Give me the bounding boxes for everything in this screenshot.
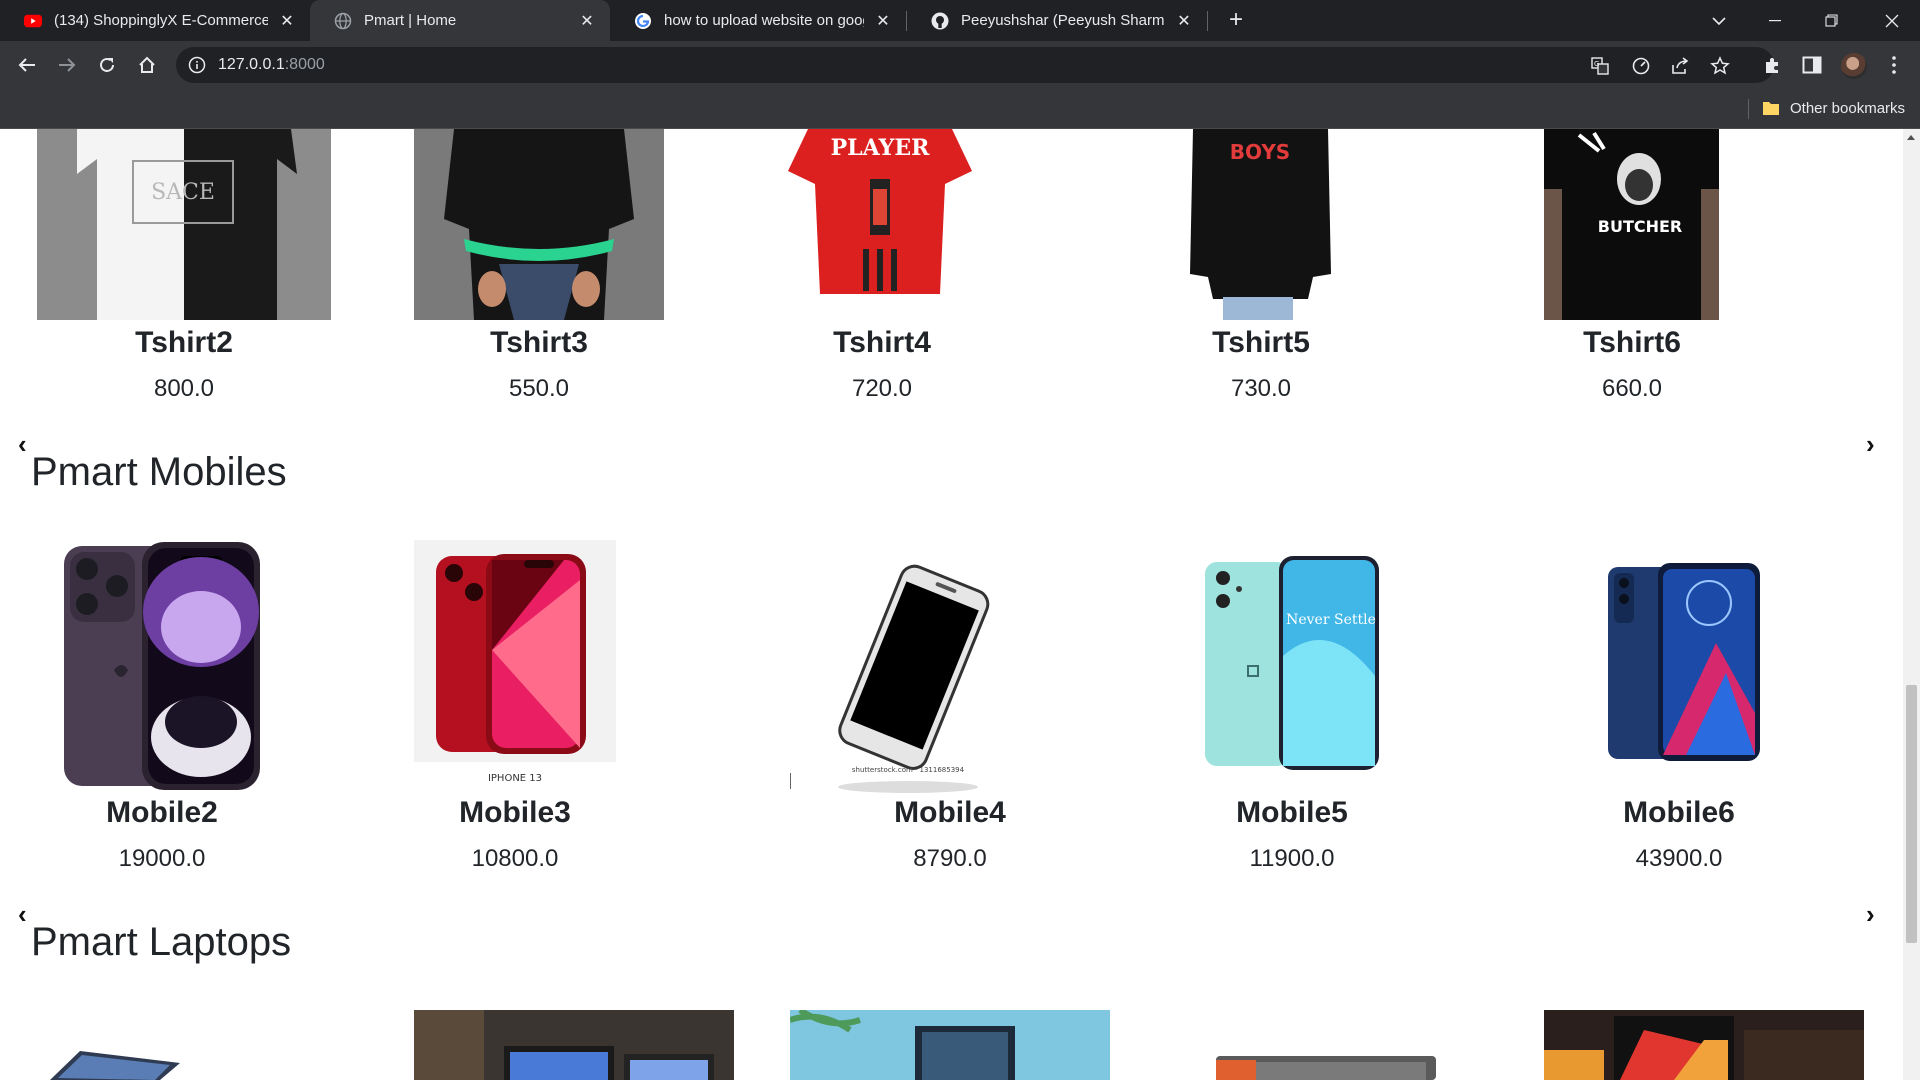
text-cursor xyxy=(790,773,791,789)
product-price: 11900.0 xyxy=(1249,845,1335,872)
carousel-prev-icon[interactable]: ‹ xyxy=(18,901,27,927)
info-icon[interactable] xyxy=(188,56,206,74)
product-image[interactable]: shutterstock.com · 1311685394 xyxy=(790,559,1020,799)
product-price: 19000.0 xyxy=(118,845,206,872)
product-image[interactable]: SACE xyxy=(37,129,331,320)
product-name[interactable]: Tshirt2 xyxy=(34,326,334,360)
scroll-up-arrow-icon[interactable] xyxy=(1907,135,1915,140)
product-price: 800.0 xyxy=(153,375,215,402)
tab-title: how to upload website on googl xyxy=(664,12,864,29)
tab-title: Pmart | Home xyxy=(364,12,457,29)
reload-button[interactable] xyxy=(92,50,122,80)
product-image[interactable] xyxy=(414,129,664,320)
share-icon[interactable] xyxy=(1670,56,1690,76)
svg-text:IPHONE 13: IPHONE 13 xyxy=(488,773,542,784)
globe-icon xyxy=(334,12,352,30)
tab-github[interactable]: Peeyushshar (Peeyush Sharma) · ✕ xyxy=(907,0,1207,41)
section-title-laptops: Pmart Laptops xyxy=(31,920,292,964)
carousel-next-icon[interactable]: › xyxy=(1866,901,1875,927)
github-icon xyxy=(931,12,949,30)
translate-icon[interactable]: G xyxy=(1590,56,1610,76)
product-image[interactable] xyxy=(790,1010,1110,1080)
bookmark-star-icon[interactable] xyxy=(1710,56,1730,76)
product-image[interactable] xyxy=(62,542,262,792)
product-image[interactable]: Never Settle xyxy=(1203,556,1383,772)
svg-text:shutterstock.com · 1311685394: shutterstock.com · 1311685394 xyxy=(852,766,965,774)
google-icon xyxy=(634,12,652,30)
tab-google[interactable]: how to upload website on googl ✕ xyxy=(610,0,906,41)
back-button[interactable] xyxy=(12,50,42,80)
new-tab-button[interactable]: + xyxy=(1222,6,1250,34)
product-image[interactable]: BOYS xyxy=(1168,129,1352,320)
tab-search-chevron-icon[interactable] xyxy=(1691,0,1747,41)
close-window-button[interactable] xyxy=(1864,0,1920,41)
svg-text:SACE: SACE xyxy=(151,180,215,205)
svg-text:Never Settle: Never Settle xyxy=(1286,612,1376,628)
product-name[interactable]: Mobile3 xyxy=(365,796,665,830)
tab-separator xyxy=(1207,11,1208,31)
tab-strip: (134) ShoppinglyX E-Commerce ✕ Pmart | H… xyxy=(0,0,1920,41)
restore-button[interactable] xyxy=(1803,0,1859,41)
bookmark-separator xyxy=(1748,99,1749,119)
minimize-button[interactable] xyxy=(1747,0,1803,41)
svg-text:BOYS: BOYS xyxy=(1230,140,1290,164)
product-name[interactable]: Mobile4 xyxy=(800,796,1100,830)
tab-youtube[interactable]: (134) ShoppinglyX E-Commerce ✕ xyxy=(0,0,310,41)
extensions-icon[interactable] xyxy=(1760,53,1784,77)
svg-text:PLAYER: PLAYER xyxy=(831,135,930,161)
product-name[interactable]: Tshirt6 xyxy=(1482,326,1782,360)
product-image[interactable]: IPHONE 13 xyxy=(414,540,616,792)
carousel-prev-icon[interactable]: ‹ xyxy=(18,431,27,457)
tab-title: (134) ShoppinglyX E-Commerce xyxy=(54,12,268,29)
tab-title: Peeyushshar (Peeyush Sharma) · xyxy=(961,12,1165,29)
product-name[interactable]: Mobile5 xyxy=(1142,796,1442,830)
folder-icon xyxy=(1763,102,1779,115)
product-image[interactable] xyxy=(1606,563,1762,763)
browser-toolbar: 127.0.0.1:8000 G xyxy=(0,41,1920,89)
product-price: 660.0 xyxy=(1601,375,1663,402)
product-image[interactable] xyxy=(414,1010,734,1080)
product-image[interactable]: PLAYER xyxy=(780,129,980,320)
menu-kebab-icon[interactable] xyxy=(1882,53,1906,77)
address-bar[interactable]: 127.0.0.1:8000 G xyxy=(176,47,1774,83)
product-image[interactable]: BUTCHER xyxy=(1544,129,1719,320)
product-price: 43900.0 xyxy=(1635,845,1723,872)
tab-pmart-home[interactable]: Pmart | Home ✕ xyxy=(310,0,610,41)
product-image[interactable] xyxy=(1544,1010,1864,1080)
page-content: SACE PLAYER BOYS BUTCHER Tshirt2 800.0 T… xyxy=(0,129,1903,1080)
product-price: 720.0 xyxy=(851,375,913,402)
product-image[interactable] xyxy=(40,1033,270,1080)
product-name[interactable]: Mobile2 xyxy=(12,796,312,830)
close-icon[interactable]: ✕ xyxy=(874,12,892,30)
product-name[interactable]: Tshirt4 xyxy=(732,326,1032,360)
section-title-mobiles: Pmart Mobiles xyxy=(31,450,287,494)
product-name[interactable]: Tshirt3 xyxy=(389,326,689,360)
close-icon[interactable]: ✕ xyxy=(578,12,596,30)
close-icon[interactable]: ✕ xyxy=(1175,12,1193,30)
performance-icon[interactable] xyxy=(1631,56,1651,76)
product-price: 10800.0 xyxy=(471,845,559,872)
youtube-icon xyxy=(24,12,42,30)
product-name[interactable]: Mobile6 xyxy=(1529,796,1829,830)
product-image[interactable] xyxy=(1216,1050,1436,1080)
profile-avatar[interactable] xyxy=(1841,53,1867,79)
product-price: 8790.0 xyxy=(913,845,987,872)
url-text[interactable]: 127.0.0.1:8000 xyxy=(218,56,325,74)
product-price: 550.0 xyxy=(508,375,570,402)
forward-button[interactable] xyxy=(52,50,82,80)
close-icon[interactable]: ✕ xyxy=(278,12,296,30)
product-price: 730.0 xyxy=(1230,375,1292,402)
product-name[interactable]: Tshirt5 xyxy=(1111,326,1411,360)
side-panel-icon[interactable] xyxy=(1800,53,1824,77)
vertical-scrollbar[interactable] xyxy=(1903,129,1920,1080)
other-bookmarks-button[interactable]: Other bookmarks xyxy=(1790,100,1905,117)
bookmarks-bar: Other bookmarks xyxy=(0,89,1920,129)
svg-text:BUTCHER: BUTCHER xyxy=(1598,217,1682,236)
svg-text:G: G xyxy=(1594,60,1599,68)
carousel-next-icon[interactable]: › xyxy=(1866,431,1875,457)
home-button[interactable] xyxy=(132,50,162,80)
scrollbar-thumb[interactable] xyxy=(1906,685,1917,943)
